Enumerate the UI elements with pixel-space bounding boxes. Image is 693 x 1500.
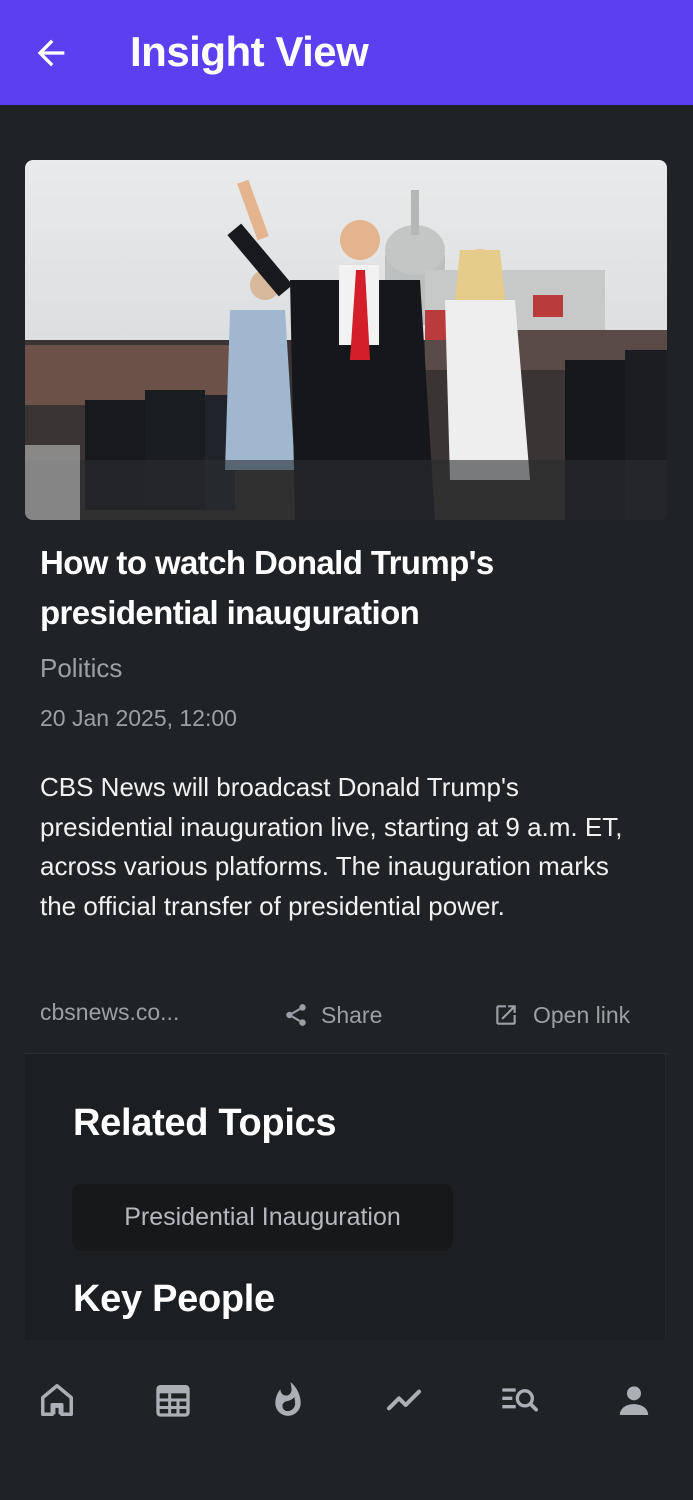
home-icon xyxy=(41,1384,73,1416)
arrow-left-icon xyxy=(37,39,65,67)
search-list-icon xyxy=(502,1388,538,1412)
share-button[interactable]: Share xyxy=(283,995,382,1035)
nav-trending-hot[interactable] xyxy=(258,1370,318,1430)
article-image[interactable] xyxy=(25,160,667,520)
article-headline: How to watch Donald Trump's presidential… xyxy=(40,544,494,631)
topic-chip[interactable]: Presidential Inauguration xyxy=(72,1184,453,1251)
app-bar: Insight View xyxy=(0,0,693,105)
key-people-title: Key People xyxy=(73,1278,275,1320)
article-category: Politics xyxy=(40,653,123,683)
article-summary: CBS News will broadcast Donald Trump's p… xyxy=(40,772,623,921)
related-topics-section: Related Topics Presidential Inauguration… xyxy=(25,1054,666,1354)
nav-search[interactable] xyxy=(489,1370,549,1430)
nav-home[interactable] xyxy=(27,1370,87,1430)
nav-calendar[interactable] xyxy=(143,1370,203,1430)
share-icon xyxy=(286,1004,306,1026)
article-timestamp: 20 Jan 2025, 12:00 xyxy=(40,705,237,731)
page-title: Insight View xyxy=(130,28,369,75)
external-link-icon xyxy=(496,1005,516,1025)
trending-icon xyxy=(387,1389,421,1411)
article-actions: cbsnews.co... Share Open link xyxy=(25,995,667,1035)
open-link-button[interactable]: Open link xyxy=(493,995,630,1035)
share-label: Share xyxy=(321,1001,383,1028)
profile-icon xyxy=(619,1386,649,1415)
source-link[interactable]: cbsnews.co... xyxy=(40,999,179,1026)
related-topics-title: Related Topics xyxy=(73,1102,337,1144)
article-card: How to watch Donald Trump's presidential… xyxy=(25,160,667,1054)
fire-icon xyxy=(275,1382,301,1416)
nav-profile[interactable] xyxy=(604,1370,664,1430)
nav-trends[interactable] xyxy=(374,1370,434,1430)
calendar-icon xyxy=(156,1385,190,1417)
open-link-label: Open link xyxy=(533,1001,631,1028)
back-button[interactable] xyxy=(28,30,74,76)
bottom-navigation xyxy=(0,1340,693,1500)
